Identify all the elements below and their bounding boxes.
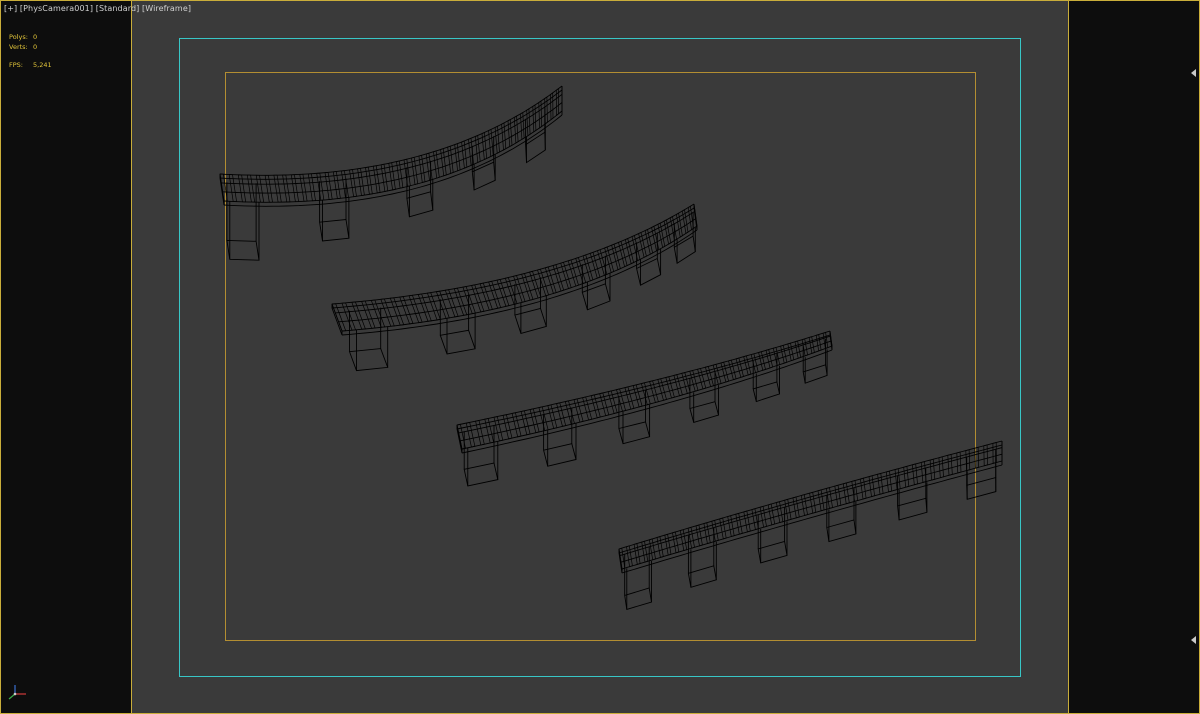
verts-stat: Verts: 0 xyxy=(9,43,52,53)
support-box xyxy=(757,507,788,564)
verts-value: 0 xyxy=(33,42,38,51)
curved-walkway-medium[interactable] xyxy=(331,203,698,372)
polys-stat: Polys: 0 xyxy=(9,33,52,43)
support-box xyxy=(689,371,720,423)
support-box xyxy=(226,182,260,261)
triangle-marker-icon xyxy=(1191,636,1196,644)
support-box xyxy=(826,487,857,543)
support-box xyxy=(624,547,653,610)
support-box xyxy=(348,307,389,372)
support-box xyxy=(752,353,781,403)
fps-label: FPS: xyxy=(9,61,23,69)
curved-walkway-strong[interactable] xyxy=(219,85,563,261)
curved-walkway-slight[interactable] xyxy=(456,330,833,487)
viewport-label-menu[interactable]: [+] [PhysCamera001] [Standard] [Wirefram… xyxy=(4,4,191,13)
straight-walkway[interactable] xyxy=(618,440,1003,610)
support-box xyxy=(439,294,476,355)
statistics-overlay: Polys: 0 Verts: 0 FPS: 5,241 xyxy=(9,33,52,71)
verts-label: Verts: xyxy=(9,42,28,51)
polys-value: 0 xyxy=(33,33,38,41)
support-box xyxy=(406,160,434,218)
polys-label: Polys: xyxy=(9,33,28,41)
render-region xyxy=(131,1,1069,713)
camera-viewport[interactable]: [+] [PhysCamera001] [Standard] [Wirefram… xyxy=(0,0,1200,714)
triangle-marker-icon xyxy=(1191,69,1196,77)
xyz-axis-tripod-icon xyxy=(8,685,26,700)
fps-value: 5,241 xyxy=(33,61,52,69)
wireframe-scene[interactable] xyxy=(132,1,1070,713)
support-box xyxy=(802,338,828,384)
support-box xyxy=(319,178,350,242)
fps-stat: FPS: 5,241 xyxy=(9,61,52,71)
